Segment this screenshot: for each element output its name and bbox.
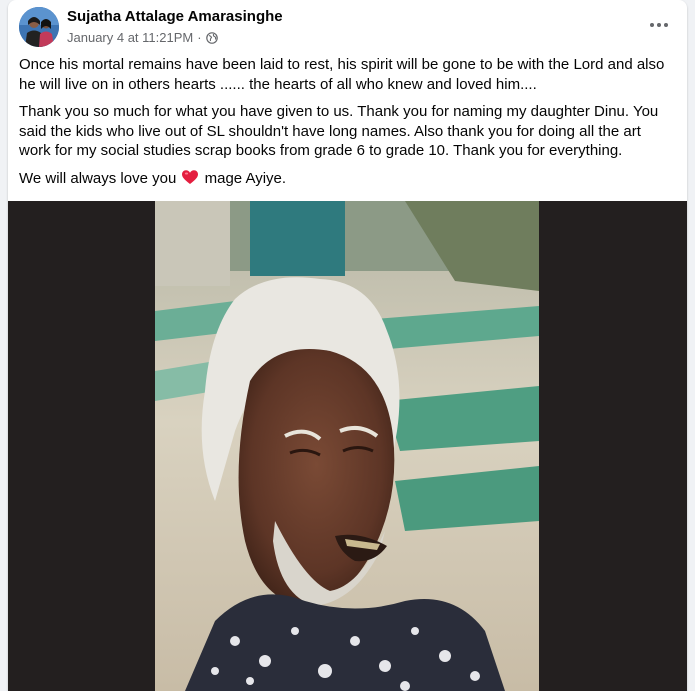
post-photo[interactable] xyxy=(155,201,539,691)
avatar[interactable] xyxy=(19,7,59,47)
globe-icon[interactable] xyxy=(205,31,218,44)
post-paragraph: Thank you so much for what you have give… xyxy=(19,103,659,159)
post-meta: January 4 at 11:21PM · xyxy=(67,30,218,45)
meta-separator: · xyxy=(197,30,202,45)
more-options-icon[interactable] xyxy=(641,10,677,40)
post-header: Sujatha Attalage Amarasinghe January 4 a… xyxy=(8,0,687,50)
author-name[interactable]: Sujatha Attalage Amarasinghe xyxy=(67,8,283,25)
post-timestamp[interactable]: January 4 at 11:21PM xyxy=(67,30,193,45)
post-card: Sujatha Attalage Amarasinghe January 4 a… xyxy=(8,0,687,691)
paragraph-text: We will always love you xyxy=(19,169,177,187)
post-message: Once his mortal remains have been laid t… xyxy=(19,55,674,196)
post-paragraph: Once his mortal remains have been laid t… xyxy=(19,56,665,93)
red-heart-icon xyxy=(182,169,199,185)
post-media xyxy=(8,201,687,691)
post-paragraph: We will always love you mage Ayiye. xyxy=(19,169,674,189)
paragraph-text: mage Ayiye. xyxy=(204,169,287,187)
